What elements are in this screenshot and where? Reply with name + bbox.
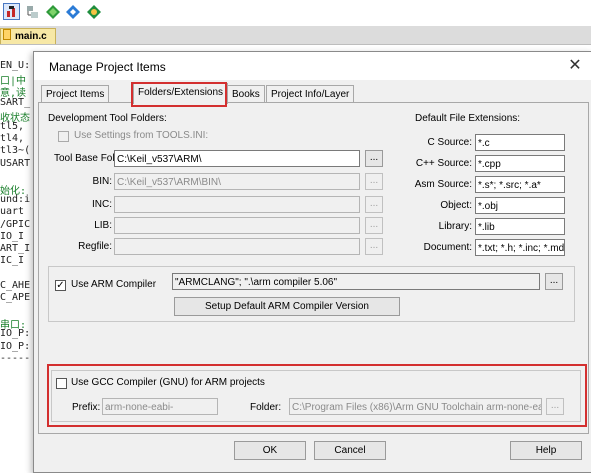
- regfile-label: Regfile:: [78, 241, 112, 252]
- manage-project-items-dialog: Manage Project Items ✕ Project Items Fol…: [33, 51, 591, 473]
- use-gcc-compiler-checkbox[interactable]: [56, 378, 67, 389]
- tool-base-input[interactable]: C:\Keil_v537\ARM\: [114, 150, 360, 167]
- arm-compiler-select[interactable]: "ARMCLANG"; ".\arm compiler 5.06": [172, 273, 540, 290]
- file-tab-main[interactable]: main.c: [0, 28, 56, 44]
- ide-toolbar: [0, 0, 591, 26]
- gcc-highlight-box: [47, 364, 587, 427]
- code-line: USART: [0, 157, 31, 169]
- code-line: tl4,: [0, 133, 25, 145]
- code-line: EN_U:: [0, 60, 31, 71]
- code-line: IO_P:: [0, 328, 31, 340]
- prefix-input[interactable]: arm-none-eabi-: [102, 398, 218, 415]
- use-settings-checkbox[interactable]: [58, 131, 69, 142]
- tool-base-label: Tool Base Folder:: [54, 153, 132, 164]
- prefix-label: Prefix:: [72, 402, 101, 413]
- asm-source-label: Asm Source:: [414, 179, 472, 190]
- asm-source-input[interactable]: *.s*; *.src; *.a*: [475, 176, 565, 193]
- document-input[interactable]: *.txt; *.h; *.inc; *.md: [475, 239, 565, 256]
- code-line: IC_I: [0, 255, 25, 267]
- use-gcc-compiler-label: Use GCC Compiler (GNU) for ARM projects: [71, 377, 265, 388]
- regfile-input[interactable]: [114, 238, 360, 255]
- ok-button[interactable]: OK: [234, 441, 306, 460]
- help-button[interactable]: Help: [510, 441, 582, 460]
- dialog-title: Manage Project Items: [49, 60, 166, 74]
- default-extensions-heading: Default File Extensions:: [415, 113, 521, 124]
- packs-icon[interactable]: [86, 4, 102, 20]
- bin-label: BIN:: [92, 176, 112, 187]
- lib-input[interactable]: [114, 217, 360, 234]
- lib-label: LIB:: [94, 220, 112, 231]
- lib-browse-button[interactable]: ...: [365, 217, 383, 234]
- inc-input[interactable]: [114, 196, 360, 213]
- setup-arm-compiler-button[interactable]: Setup Default ARM Compiler Version: [174, 297, 400, 316]
- code-line: -----: [0, 352, 31, 364]
- file-icon: [3, 29, 11, 40]
- code-line: SART_: [0, 96, 31, 108]
- code-line: C_APE: [0, 291, 31, 303]
- cpp-source-label: C++ Source:: [415, 158, 472, 169]
- manage-project-items-icon[interactable]: [3, 3, 20, 20]
- use-arm-compiler-label: Use ARM Compiler: [71, 279, 157, 290]
- regfile-browse-button[interactable]: ...: [365, 238, 383, 255]
- inc-browse-button[interactable]: ...: [365, 196, 383, 213]
- file-tab-label: main.c: [15, 31, 47, 42]
- use-settings-label: Use Settings from TOOLS.INI:: [74, 130, 209, 141]
- inc-label: INC:: [92, 199, 112, 210]
- code-line: C_AHE: [0, 279, 31, 291]
- tab-project-items[interactable]: Project Items: [41, 85, 110, 103]
- arm-compiler-browse-button[interactable]: ...: [545, 273, 563, 290]
- code-line: und:i: [0, 194, 31, 206]
- pack-installer-icon[interactable]: [45, 4, 61, 20]
- tool-base-browse-button[interactable]: ...: [365, 150, 383, 167]
- c-source-input[interactable]: *.c: [475, 134, 565, 151]
- bin-input[interactable]: C:\Keil_v537\ARM\BIN\: [114, 173, 360, 190]
- code-line: /GPIC: [0, 218, 31, 230]
- object-label: Object:: [440, 200, 472, 211]
- object-input[interactable]: *.obj: [475, 197, 565, 214]
- c-source-label: C Source:: [427, 137, 472, 148]
- bin-browse-button[interactable]: ...: [365, 173, 383, 190]
- code-line: uart: [0, 206, 25, 218]
- code-line: IO_I: [0, 230, 25, 242]
- tab-books[interactable]: Books: [227, 85, 265, 103]
- dialog-titlebar: Manage Project Items ✕: [34, 52, 591, 80]
- code-line: tl3~(: [0, 145, 31, 157]
- close-icon[interactable]: ✕: [562, 55, 588, 77]
- tab-project-info-layer[interactable]: Project Info/Layer: [266, 85, 355, 103]
- cancel-button[interactable]: Cancel: [314, 441, 386, 460]
- manage-runtime-icon[interactable]: [65, 4, 81, 20]
- gcc-folder-browse-button[interactable]: ...: [546, 398, 564, 415]
- gcc-folder-input[interactable]: C:\Program Files (x86)\Arm GNU Toolchain…: [289, 398, 542, 415]
- folder-label: Folder:: [250, 402, 282, 413]
- library-input[interactable]: *.lib: [475, 218, 565, 235]
- code-line: IO_P:: [0, 340, 31, 352]
- select-packs-icon[interactable]: [25, 4, 41, 20]
- tab-highlight-box: [131, 82, 227, 107]
- cpp-source-input[interactable]: *.cpp: [475, 155, 565, 172]
- document-label: Document:: [423, 242, 472, 253]
- dev-tool-folders-heading: Development Tool Folders:: [48, 113, 167, 124]
- library-label: Library:: [438, 221, 472, 232]
- editor-tabbar: main.c: [0, 26, 591, 45]
- use-arm-compiler-checkbox[interactable]: ✓: [55, 280, 66, 291]
- code-line: ART_I: [0, 243, 31, 254]
- code-line: tl5,: [0, 121, 25, 132]
